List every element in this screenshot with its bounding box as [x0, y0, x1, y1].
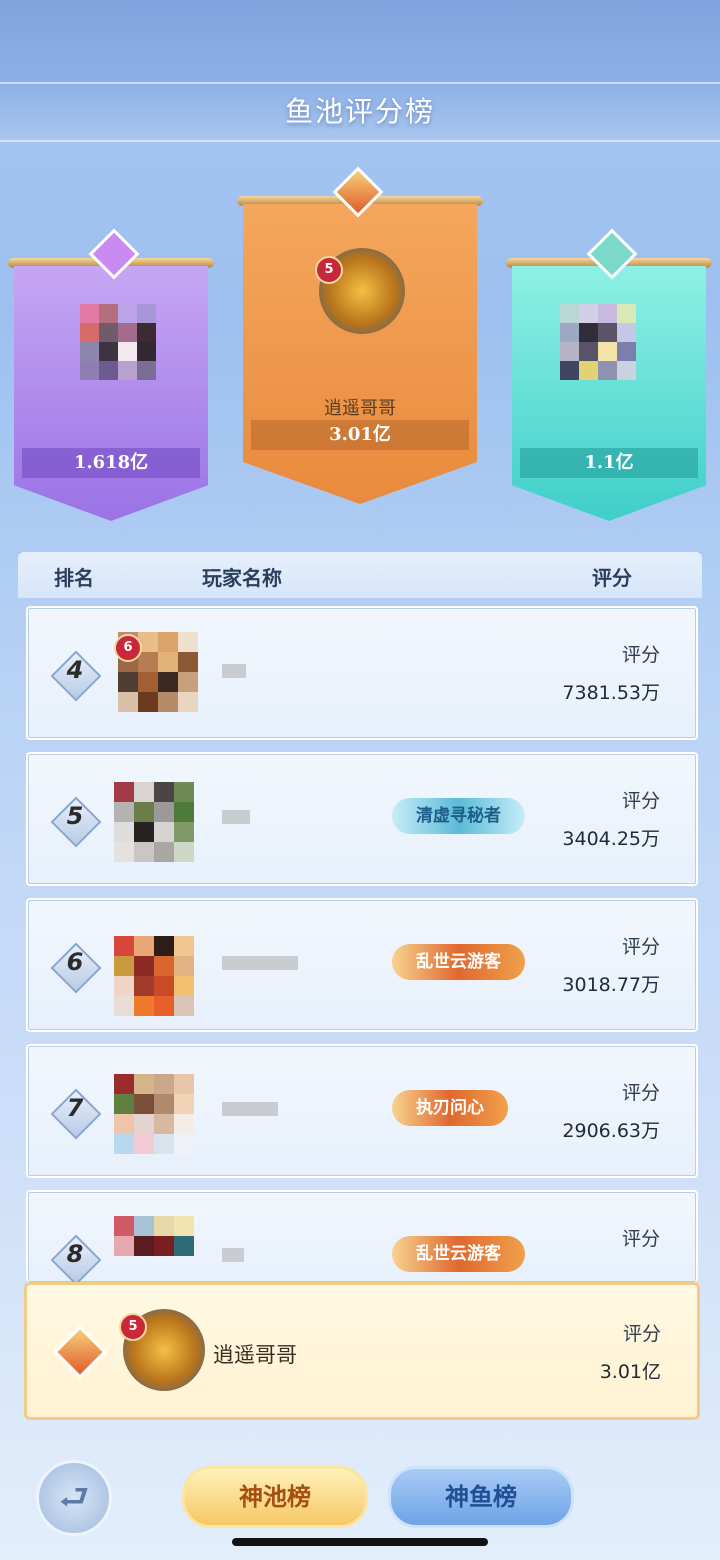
- title-badge: 清虚寻秘者: [392, 798, 525, 834]
- player-name-redacted: [222, 956, 298, 970]
- table-header: 排名 玩家名称 评分: [18, 552, 702, 598]
- podium-first[interactable]: 5 逍遥哥哥 3.01亿: [237, 166, 483, 512]
- avatar-pixelated: [560, 304, 636, 380]
- avatar-pixelated: [114, 1216, 194, 1256]
- score-value: 3.01亿: [599, 1361, 661, 1383]
- header-player: 玩家名称: [202, 566, 282, 590]
- player-name-redacted: [222, 1248, 244, 1262]
- level-badge: 5: [119, 1313, 147, 1341]
- table-row[interactable]: 5 清虚寻秘者 评分 3404.25万: [26, 752, 698, 886]
- rank-number: 5: [66, 802, 84, 830]
- podium-name: 逍遥哥哥: [324, 398, 396, 419]
- rank-number: 4: [66, 656, 84, 684]
- title-badge: 乱世云游客: [392, 944, 525, 980]
- avatar-pixelated: [114, 936, 194, 1016]
- score-label: 评分: [622, 1323, 661, 1345]
- score-value: 3404.25万: [562, 828, 660, 850]
- tab-shenyu[interactable]: 神鱼榜: [388, 1466, 574, 1528]
- score-label: 评分: [621, 790, 660, 812]
- player-name-redacted: [222, 1102, 278, 1116]
- home-indicator: [232, 1538, 488, 1546]
- podium-third[interactable]: 1.1亿: [506, 228, 712, 528]
- rank-number: 6: [66, 948, 84, 976]
- podium-second[interactable]: 1.618亿: [8, 228, 214, 528]
- level-badge: 6: [114, 634, 142, 662]
- score-value: 3018.77万: [562, 974, 660, 996]
- page-title: 鱼池评分榜: [284, 95, 435, 128]
- podium-score: 3.01亿: [251, 420, 469, 450]
- my-player-name: 逍遥哥哥: [213, 1343, 297, 1367]
- crown-icon: [53, 1325, 107, 1379]
- score-label: 评分: [621, 936, 660, 958]
- level-badge: 5: [315, 256, 343, 284]
- score-label: 评分: [621, 1228, 660, 1250]
- score-label: 评分: [621, 1082, 660, 1104]
- player-name-redacted: [222, 664, 246, 678]
- table-row[interactable]: 8 乱世云游客 评分: [26, 1190, 698, 1286]
- tab-shenchi[interactable]: 神池榜: [182, 1466, 368, 1528]
- my-rank-row[interactable]: 5 逍遥哥哥 评分 3.01亿: [24, 1282, 700, 1420]
- score-value: 7381.53万: [562, 682, 660, 704]
- rank-number: 8: [66, 1240, 84, 1268]
- back-arrow-icon[interactable]: ⮐: [36, 1460, 112, 1536]
- title-badge: 执刃问心: [392, 1090, 508, 1126]
- score-label: 评分: [621, 644, 660, 666]
- header-rank: 排名: [54, 566, 94, 590]
- header-score: 评分: [592, 566, 632, 590]
- podium-score: 1.1亿: [520, 448, 698, 478]
- player-name-redacted: [222, 810, 250, 824]
- table-row[interactable]: 7 执刃问心 评分 2906.63万: [26, 1044, 698, 1178]
- avatar-pixelated: [80, 304, 156, 380]
- table-row[interactable]: 6 乱世云游客 评分 3018.77万: [26, 898, 698, 1032]
- rank-number: 7: [66, 1094, 84, 1122]
- podium-score: 1.618亿: [22, 448, 200, 478]
- avatar-pixelated: [114, 1074, 194, 1154]
- avatar-pixelated: [114, 782, 194, 862]
- score-value: 2906.63万: [562, 1120, 660, 1142]
- table-row[interactable]: 4 6 评分 7381.53万: [26, 606, 698, 740]
- title-badge: 乱世云游客: [392, 1236, 525, 1272]
